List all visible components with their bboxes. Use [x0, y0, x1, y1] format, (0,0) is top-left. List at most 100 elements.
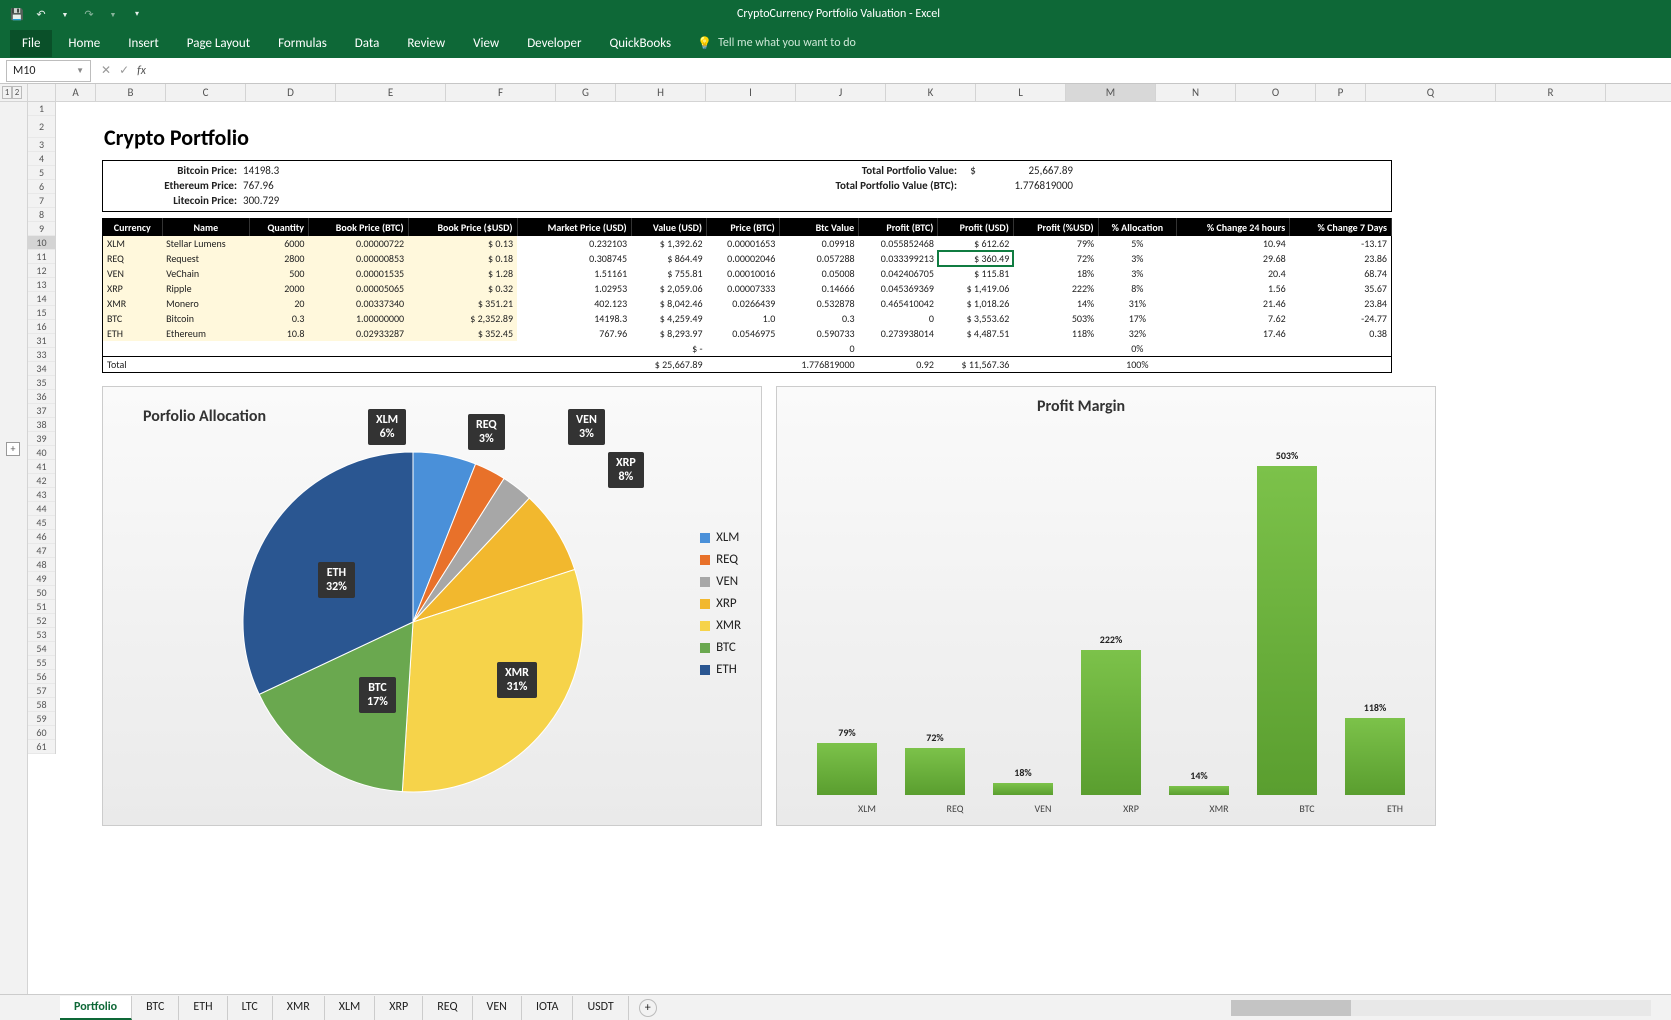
column-header-R[interactable]: R	[1496, 84, 1606, 101]
column-header-C[interactable]: C	[166, 84, 246, 101]
column-header-D[interactable]: D	[246, 84, 336, 101]
column-header-P[interactable]: P	[1316, 84, 1366, 101]
outline-level-1[interactable]: 1	[2, 86, 12, 99]
row-header-40[interactable]: 40	[28, 446, 55, 460]
row-header-57[interactable]: 57	[28, 684, 55, 698]
column-header-Q[interactable]: Q	[1366, 84, 1496, 101]
row-header-9[interactable]: 9	[28, 222, 55, 236]
ribbon-tab-developer[interactable]: Developer	[515, 30, 593, 57]
name-box-dropdown-icon[interactable]: ▼	[76, 66, 84, 76]
row-header-36[interactable]: 36	[28, 390, 55, 404]
redo-icon[interactable]: ↷	[80, 5, 98, 23]
row-header-3[interactable]: 3	[28, 138, 55, 152]
save-icon[interactable]: 💾	[8, 5, 26, 23]
ribbon-tab-review[interactable]: Review	[395, 30, 457, 57]
row-header-61[interactable]: 61	[28, 740, 55, 754]
row-header-35[interactable]: 35	[28, 376, 55, 390]
row-header-48[interactable]: 48	[28, 558, 55, 572]
sheet-canvas[interactable]: Crypto Portfolio Bitcoin Price:14198.3 E…	[56, 102, 1671, 994]
row-header-45[interactable]: 45	[28, 516, 55, 530]
row-header-39[interactable]: 39	[28, 432, 55, 446]
column-header-M[interactable]: M	[1066, 84, 1156, 101]
sheet-tab-usdt[interactable]: USDT	[573, 996, 628, 1020]
table-row[interactable]: BTCBitcoin0.31.00000000$ 2,352.8914198.3…	[103, 311, 1392, 326]
column-header-K[interactable]: K	[886, 84, 976, 101]
sheet-tab-portfolio[interactable]: Portfolio	[60, 996, 132, 1020]
column-header-E[interactable]: E	[336, 84, 446, 101]
column-header-G[interactable]: G	[556, 84, 616, 101]
row-header-55[interactable]: 55	[28, 656, 55, 670]
table-row[interactable]: $ -00%	[103, 341, 1392, 357]
ribbon-tab-quickbooks[interactable]: QuickBooks	[597, 30, 683, 57]
allocation-pie-chart[interactable]: Porfolio Allocation XLMREQVENXRPXMRBTCET…	[102, 386, 762, 826]
sheet-tab-xlm[interactable]: XLM	[325, 996, 376, 1020]
column-header-A[interactable]: A	[56, 84, 96, 101]
profit-bar-chart[interactable]: Profit Margin 79%72%18%222%14%503%118% X…	[776, 386, 1436, 826]
fx-icon[interactable]: fx	[137, 64, 146, 78]
row-header-60[interactable]: 60	[28, 726, 55, 740]
column-headers[interactable]: ABCDEFGHIJKLMNOPQR	[28, 84, 1671, 102]
sheet-tab-ltc[interactable]: LTC	[228, 996, 273, 1020]
row-header-41[interactable]: 41	[28, 460, 55, 474]
qat-customize-icon[interactable]: ▾	[128, 5, 146, 23]
cancel-formula-icon[interactable]: ✕	[101, 63, 111, 78]
row-header-53[interactable]: 53	[28, 628, 55, 642]
ribbon-tab-pagelayout[interactable]: Page Layout	[175, 30, 262, 57]
worksheet-grid[interactable]: 1 2 + ABCDEFGHIJKLMNOPQR 123456789101112…	[0, 84, 1671, 994]
row-header-11[interactable]: 11	[28, 250, 55, 264]
row-header-50[interactable]: 50	[28, 586, 55, 600]
table-row[interactable]: VENVeChain5000.00001535$ 1.281.51161$ 75…	[103, 266, 1392, 281]
table-row[interactable]: XLMStellar Lumens60000.00000722$ 0.130.2…	[103, 236, 1392, 251]
row-header-8[interactable]: 8	[28, 208, 55, 222]
row-header-37[interactable]: 37	[28, 404, 55, 418]
row-header-43[interactable]: 43	[28, 488, 55, 502]
row-header-13[interactable]: 13	[28, 278, 55, 292]
row-header-15[interactable]: 15	[28, 306, 55, 320]
ribbon-tab-insert[interactable]: Insert	[116, 30, 171, 57]
undo-dropdown-icon[interactable]: ▼	[56, 5, 74, 23]
scrollbar-thumb[interactable]	[1231, 1000, 1351, 1016]
table-row[interactable]: ETHEthereum10.80.02933287$ 352.45767.96$…	[103, 326, 1392, 341]
row-header-4[interactable]: 4	[28, 152, 55, 166]
table-row[interactable]: XMRMonero200.00337340$ 351.21402.123$ 8,…	[103, 296, 1392, 311]
select-all-corner[interactable]	[28, 84, 56, 101]
sheet-tab-xrp[interactable]: XRP	[375, 996, 423, 1020]
tell-me-search[interactable]: 💡 Tell me what you want to do	[697, 36, 856, 51]
ribbon-tab-home[interactable]: Home	[56, 30, 112, 57]
row-header-47[interactable]: 47	[28, 544, 55, 558]
ribbon-tab-data[interactable]: Data	[343, 30, 392, 57]
outline-level-2[interactable]: 2	[12, 86, 22, 99]
row-header-58[interactable]: 58	[28, 698, 55, 712]
row-header-1[interactable]: 1	[28, 102, 55, 116]
row-header-12[interactable]: 12	[28, 264, 55, 278]
row-header-59[interactable]: 59	[28, 712, 55, 726]
row-header-14[interactable]: 14	[28, 292, 55, 306]
row-header-34[interactable]: 34	[28, 362, 55, 376]
column-header-L[interactable]: L	[976, 84, 1066, 101]
row-header-31[interactable]: 31	[28, 334, 55, 348]
sheet-tab-btc[interactable]: BTC	[132, 996, 179, 1020]
horizontal-scrollbar[interactable]	[1231, 1000, 1651, 1016]
sheet-tab-ven[interactable]: VEN	[473, 996, 522, 1020]
column-header-J[interactable]: J	[796, 84, 886, 101]
name-box[interactable]: M10 ▼	[6, 60, 91, 82]
row-header-44[interactable]: 44	[28, 502, 55, 516]
undo-icon[interactable]: ↶	[32, 5, 50, 23]
row-header-16[interactable]: 16	[28, 320, 55, 334]
table-row[interactable]: REQRequest28000.00000853$ 0.180.308745$ …	[103, 251, 1392, 266]
ribbon-tab-view[interactable]: View	[461, 30, 511, 57]
row-header-2[interactable]: 2	[28, 116, 55, 138]
ribbon-tab-file[interactable]: File	[10, 30, 52, 57]
row-header-7[interactable]: 7	[28, 194, 55, 208]
row-header-49[interactable]: 49	[28, 572, 55, 586]
column-header-H[interactable]: H	[616, 84, 706, 101]
ribbon-tab-formulas[interactable]: Formulas	[266, 30, 339, 57]
redo-dropdown-icon[interactable]: ▼	[104, 5, 122, 23]
column-header-N[interactable]: N	[1156, 84, 1236, 101]
row-headers[interactable]: 1234567891011121314151631333435363738394…	[28, 102, 56, 754]
column-header-O[interactable]: O	[1236, 84, 1316, 101]
sheet-tab-eth[interactable]: ETH	[179, 996, 227, 1020]
row-header-33[interactable]: 33	[28, 348, 55, 362]
row-header-38[interactable]: 38	[28, 418, 55, 432]
column-header-I[interactable]: I	[706, 84, 796, 101]
